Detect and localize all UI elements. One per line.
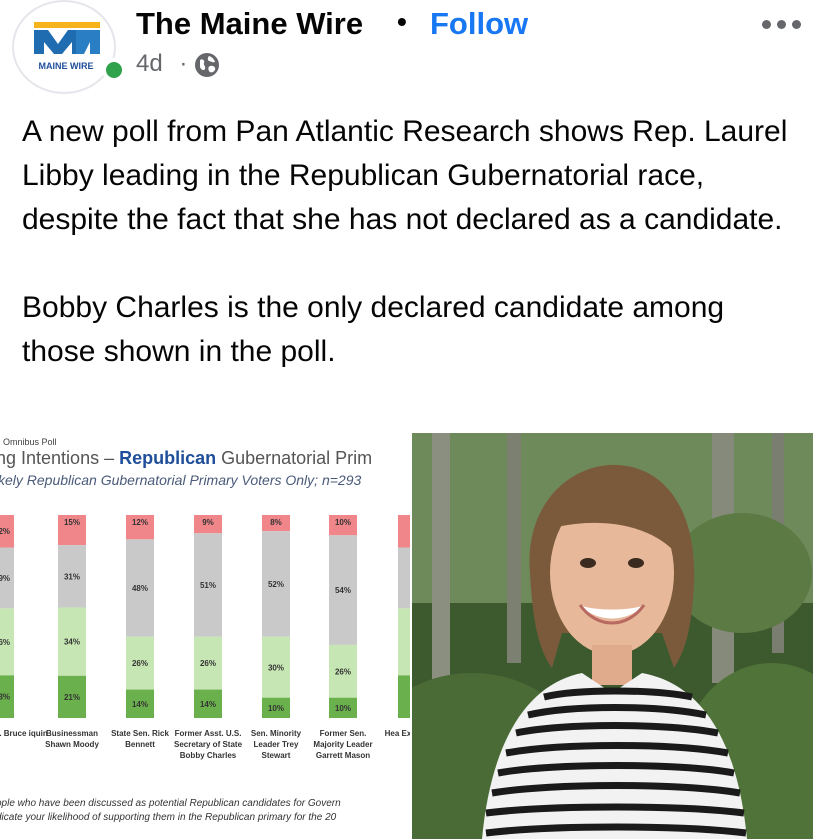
chart-category-label: Former Asst. U.S. Secretary of State Bob… — [173, 729, 243, 760]
follow-button[interactable]: Follow — [430, 6, 528, 42]
post-media[interactable]: Omnibus Poll ng Intentions – Republican … — [0, 433, 813, 839]
candidate-photo[interactable] — [412, 433, 813, 839]
stacked-bar-chart: 2% 9% 6% 3% 15% 31% 34% 21% 12% 48% 26% 14% 9% 51% 26%… — [0, 515, 410, 718]
logo-text: MAINE WIRE — [39, 61, 94, 71]
footnote-line: dicate your likelihood of supporting the… — [0, 812, 337, 823]
chart-data-label: 26% — [335, 667, 351, 676]
chart-data-label: 21% — [64, 693, 80, 702]
chart-data-label: 14% — [200, 700, 216, 709]
chart-category-label: Businessman Shawn Moody — [45, 729, 99, 749]
chart-data-label: 31% — [64, 572, 80, 581]
chart-data-label: 52% — [268, 580, 284, 589]
chart-category-label: Sen. Minority Leader Trey Stewart — [250, 729, 302, 760]
chart-data-label: 3% — [0, 693, 10, 702]
chart-data-label: 54% — [335, 586, 351, 595]
chart-data-label: 30% — [268, 663, 284, 672]
post-meta: 4d · — [136, 50, 187, 78]
maine-wire-logo: MAINE WIRE — [34, 22, 100, 71]
chart-data-label: 26% — [200, 659, 216, 668]
footnote-line: ople who have been discussed as potentia… — [0, 798, 341, 809]
chart-data-label: 6% — [0, 638, 10, 647]
active-status-dot — [102, 58, 126, 82]
chart-data-label: 48% — [132, 584, 148, 593]
chart-data-label: 9% — [0, 574, 10, 583]
post-header: MAINE WIRE The Maine Wire • Follow 4d · — [0, 0, 813, 100]
chart-data-label: 14% — [132, 700, 148, 709]
chart-bar-segment — [398, 547, 410, 609]
post-paragraph: A new poll from Pan Atlantic Research sh… — [22, 115, 788, 236]
chart-bar-segment — [398, 515, 410, 548]
page-name-link[interactable]: The Maine Wire — [136, 6, 363, 42]
chart-data-label: 8% — [270, 518, 282, 527]
page-avatar[interactable]: MAINE WIRE — [12, 0, 116, 94]
poll-chart-image[interactable]: Omnibus Poll ng Intentions – Republican … — [0, 433, 410, 839]
chart-data-label: 26% — [132, 659, 148, 668]
chart-data-label: 51% — [200, 581, 216, 590]
more-options-icon[interactable] — [760, 14, 804, 34]
chart-data-label: 12% — [132, 518, 148, 527]
post-paragraph: Bobby Charles is the only declared candi… — [22, 291, 725, 368]
globe-icon — [195, 53, 219, 77]
portrait-image — [412, 433, 813, 839]
chart-category-label: State Sen. Rick Bennett — [111, 729, 169, 749]
chart-data-label: 2% — [0, 527, 10, 536]
meta-dot: · — [179, 50, 188, 77]
chart-data-label: 10% — [335, 518, 351, 527]
chart-data-label: 10% — [268, 704, 284, 713]
poll-footnote: ople who have been discussed as potentia… — [0, 797, 341, 825]
chart-bar-segment — [398, 608, 410, 676]
chart-category-label: Hea Exe Jonat — [384, 729, 410, 738]
chart-category-label: Former Sen. Majority Leader Garrett Maso… — [313, 729, 373, 760]
chart-data-label: 9% — [202, 518, 214, 527]
post-text: A new poll from Pan Atlantic Research sh… — [22, 110, 802, 374]
chart-data-label: 15% — [64, 518, 80, 527]
separator-dot: • — [397, 6, 407, 37]
chart-data-label: 34% — [64, 638, 80, 647]
post-timestamp[interactable]: 4d — [136, 50, 163, 77]
chart-data-label: 10% — [335, 704, 351, 713]
chart-bar-segment — [398, 675, 410, 718]
